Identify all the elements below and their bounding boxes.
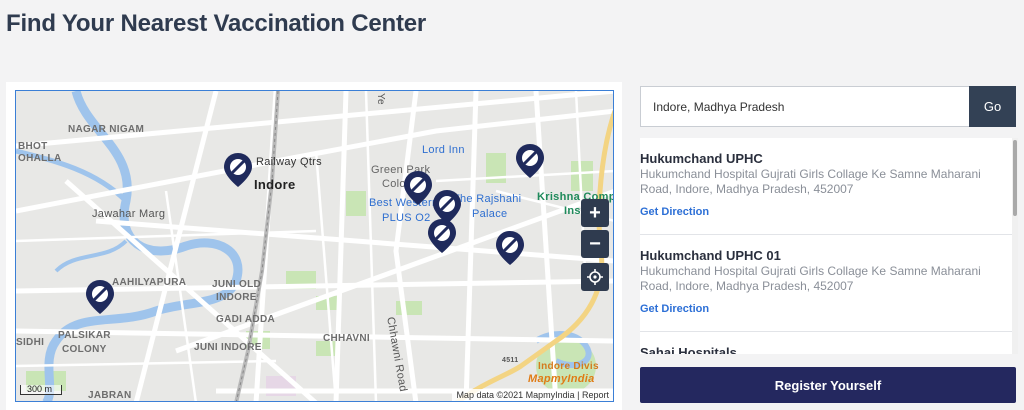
map-label-jabran: JABRAN — [88, 390, 132, 401]
map-label-ohalla: OHALLA — [18, 153, 62, 164]
list-item: Sahai Hospitals — [640, 332, 1018, 354]
list-item: Hukumchand UPHC 01 Hukumchand Hospital G… — [640, 235, 1018, 332]
map-scale: 300 m — [20, 385, 62, 395]
map-label-bhot: BHOT — [18, 141, 48, 152]
vaccine-marker-icon[interactable] — [404, 171, 432, 205]
map-label-nagar-nigam: NAGAR NIGAM — [68, 124, 145, 135]
map-label-indore: Indore — [254, 177, 296, 192]
vaccine-marker-icon[interactable] — [86, 280, 114, 314]
center-address: Hukumchand Hospital Gujrati Girls Collag… — [640, 167, 981, 196]
list-item: Hukumchand UPHC Hukumchand Hospital Gujr… — [640, 138, 1018, 235]
map-label-juni-indore: JUNI INDORE — [194, 342, 262, 353]
map-label-indore-caps: INDORE — [216, 292, 257, 303]
map-label-chhavni: CHHAVNI — [323, 333, 370, 344]
map-label-palsikar: PALSIKAR — [58, 330, 111, 341]
vaccine-marker-icon[interactable] — [496, 231, 524, 265]
map[interactable]: NAGAR NIGAM BHOT OHALLA Railway Qtrs Ind… — [15, 90, 614, 402]
map-label-jawahar-marg: Jawahar Marg — [92, 208, 166, 220]
vaccine-marker-icon[interactable] — [224, 153, 252, 187]
zoom-out-button[interactable]: − — [581, 230, 609, 258]
map-label-road-ye: Ye — [375, 93, 386, 105]
report-link[interactable]: Report — [582, 390, 609, 400]
scrollbar-thumb[interactable] — [1013, 140, 1017, 216]
map-label-colony: Colo — [382, 178, 406, 190]
page-title: Find Your Nearest Vaccination Center — [6, 10, 427, 37]
scrollbar[interactable] — [1012, 138, 1018, 354]
map-label-palace: Palace — [472, 208, 508, 220]
attribution-text: Map data ©2021 MapmyIndia — [456, 390, 575, 400]
center-name: Sahai Hospitals — [640, 345, 737, 354]
map-label-colony-caps: COLONY — [62, 344, 107, 355]
get-direction-link[interactable]: Get Direction — [640, 303, 709, 315]
map-label-lord-inn: Lord Inn — [422, 144, 465, 156]
mapmyindia-logo: MapmyIndia — [528, 373, 595, 385]
locate-button[interactable] — [581, 263, 609, 291]
crosshair-icon — [587, 269, 603, 285]
results-list[interactable]: Hukumchand UPHC Hukumchand Hospital Gujr… — [640, 138, 1018, 354]
map-label-railway-qtrs: Railway Qtrs — [256, 156, 322, 168]
map-label-aahilyapura: AAHILYAPURA — [112, 277, 187, 288]
map-label-plus-o2: PLUS O2 — [382, 212, 431, 224]
center-address: Hukumchand Hospital Gujrati Girls Collag… — [640, 264, 981, 293]
go-button[interactable]: Go — [969, 86, 1016, 127]
center-name: Hukumchand UPHC — [640, 151, 763, 166]
map-base — [16, 91, 613, 401]
location-search-input[interactable] — [640, 86, 969, 127]
get-direction-link[interactable]: Get Direction — [640, 206, 709, 218]
map-label-juni-old: JUNI OLD — [212, 279, 262, 290]
map-label-sidhi: SIDHI — [16, 337, 45, 348]
map-label-gadi-adda: GADI ADDA — [216, 314, 275, 325]
vaccine-marker-icon[interactable] — [428, 219, 456, 253]
map-label-indore-division: Indore Divis — [538, 361, 599, 372]
map-label-rajshahi: The Rajshahi — [453, 193, 522, 205]
vaccine-marker-icon[interactable] — [516, 144, 544, 178]
attribution-separator: | — [574, 390, 582, 400]
zoom-in-button[interactable]: + — [581, 199, 609, 227]
map-panel: NAGAR NIGAM BHOT OHALLA Railway Qtrs Ind… — [6, 82, 622, 410]
map-attribution: Map data ©2021 MapmyIndia | Report — [452, 389, 613, 401]
register-button[interactable]: Register Yourself — [640, 367, 1016, 403]
center-name: Hukumchand UPHC 01 — [640, 248, 781, 263]
map-label-road-number: 4511 — [502, 357, 519, 364]
